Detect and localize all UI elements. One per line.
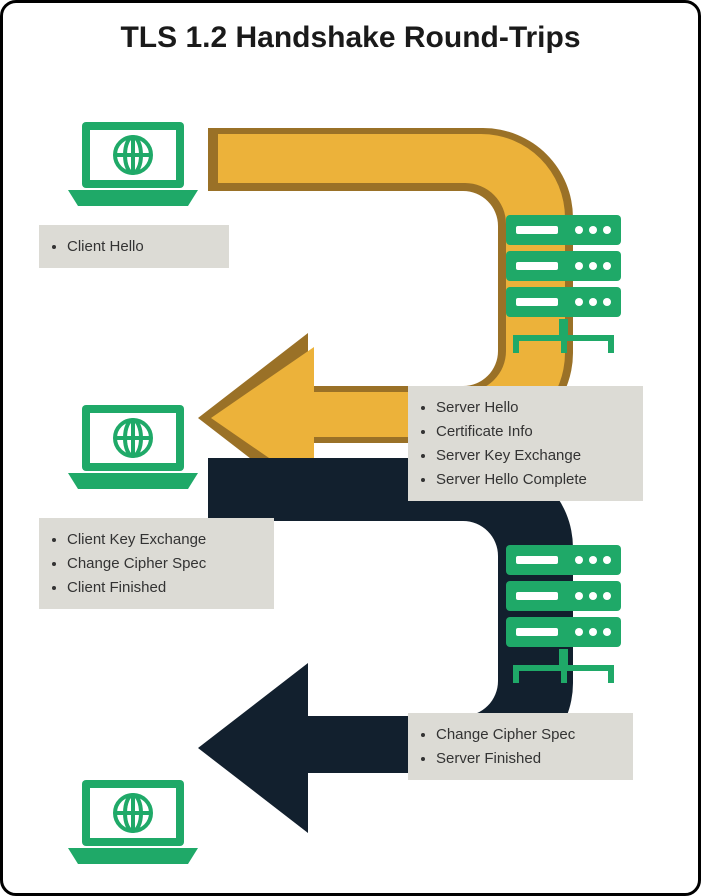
diagram-frame: TLS 1.2 Handshake Round-Trips Client Hel… [0,0,701,896]
step-item: Change Cipher Spec [67,553,264,574]
step-item: Certificate Info [436,421,633,442]
diagram-title: TLS 1.2 Handshake Round-Trips [3,21,698,55]
step-client-1: Client Hello [39,225,229,268]
server-1 [501,213,626,353]
step-item: Client Key Exchange [67,529,264,550]
step-item: Server Hello [436,397,633,418]
step-item: Client Finished [67,577,264,598]
client-laptop-3 [68,776,198,866]
step-item: Server Key Exchange [436,445,633,466]
step-item: Client Hello [67,236,219,257]
client-laptop-1 [68,118,198,208]
step-server-2: Change Cipher Spec Server Finished [408,713,633,780]
client-laptop-2 [68,401,198,491]
server-2 [501,543,626,683]
step-item: Change Cipher Spec [436,724,623,745]
step-item: Server Hello Complete [436,469,633,490]
step-client-2: Client Key Exchange Change Cipher Spec C… [39,518,274,609]
step-item: Server Finished [436,748,623,769]
step-server-1: Server Hello Certificate Info Server Key… [408,386,643,501]
